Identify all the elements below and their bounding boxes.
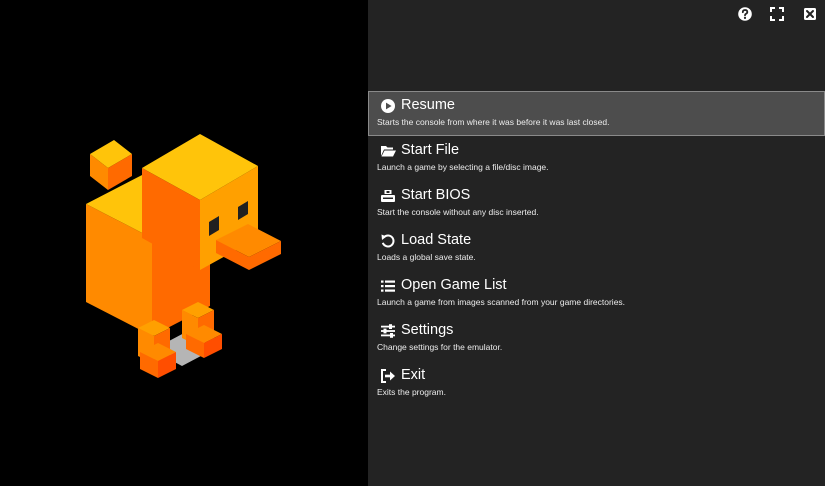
menu-item-title: Open Game List [401,277,507,293]
help-button[interactable] [737,6,753,22]
menu-item-title: Start BIOS [401,187,471,203]
menu-item-settings[interactable]: Settings Change settings for the emulato… [368,316,825,361]
help-icon [738,7,752,21]
menu-item-description: Loads a global save state. [377,252,476,262]
menu-item-open-game-list[interactable]: Open Game List Launch a game from images… [368,271,825,316]
menu-item-title: Exit [401,367,426,383]
menu-item-start-file[interactable]: Start File Launch a game by selecting a … [368,136,825,181]
fullscreen-button[interactable] [769,6,785,22]
menu-item-description: Launch a game by selecting a file/disc i… [377,162,549,172]
menu-item-title: Settings [401,322,454,338]
menu-item-start-bios[interactable]: Start BIOS Start the console without any… [368,181,825,226]
sliders-icon [381,324,395,338]
menu-item-title: Load State [401,232,472,248]
main-menu: Resume Starts the console from where it … [368,91,825,406]
list-icon [381,280,395,292]
menu-item-title: Start File [401,142,460,158]
window-controls [368,6,825,24]
folder-open-icon [381,146,396,157]
menu-item-description: Starts the console from where it was bef… [377,117,610,127]
play-circle-icon [381,99,395,113]
chip-icon [381,190,395,202]
menu-item-exit[interactable]: Exit Exits the program. [368,361,825,406]
menu-item-title: Resume [401,97,455,113]
menu-item-description: Exits the program. [377,387,446,397]
main-menu-panel: Resume Starts the console from where it … [368,0,825,486]
left-panel [0,0,368,486]
menu-item-resume[interactable]: Resume Starts the console from where it … [368,91,825,136]
menu-item-description: Change settings for the emulator. [377,342,503,352]
close-button[interactable] [802,6,818,22]
fullscreen-icon [770,7,784,21]
menu-item-description: Launch a game from images scanned from y… [377,297,626,307]
menu-item-load-state[interactable]: Load State Loads a global save state. [368,226,825,271]
sign-out-icon [381,369,395,383]
undo-icon [381,234,395,248]
menu-item-description: Start the console without any disc inser… [377,207,539,217]
duck-logo [86,134,281,378]
close-icon [804,8,816,20]
